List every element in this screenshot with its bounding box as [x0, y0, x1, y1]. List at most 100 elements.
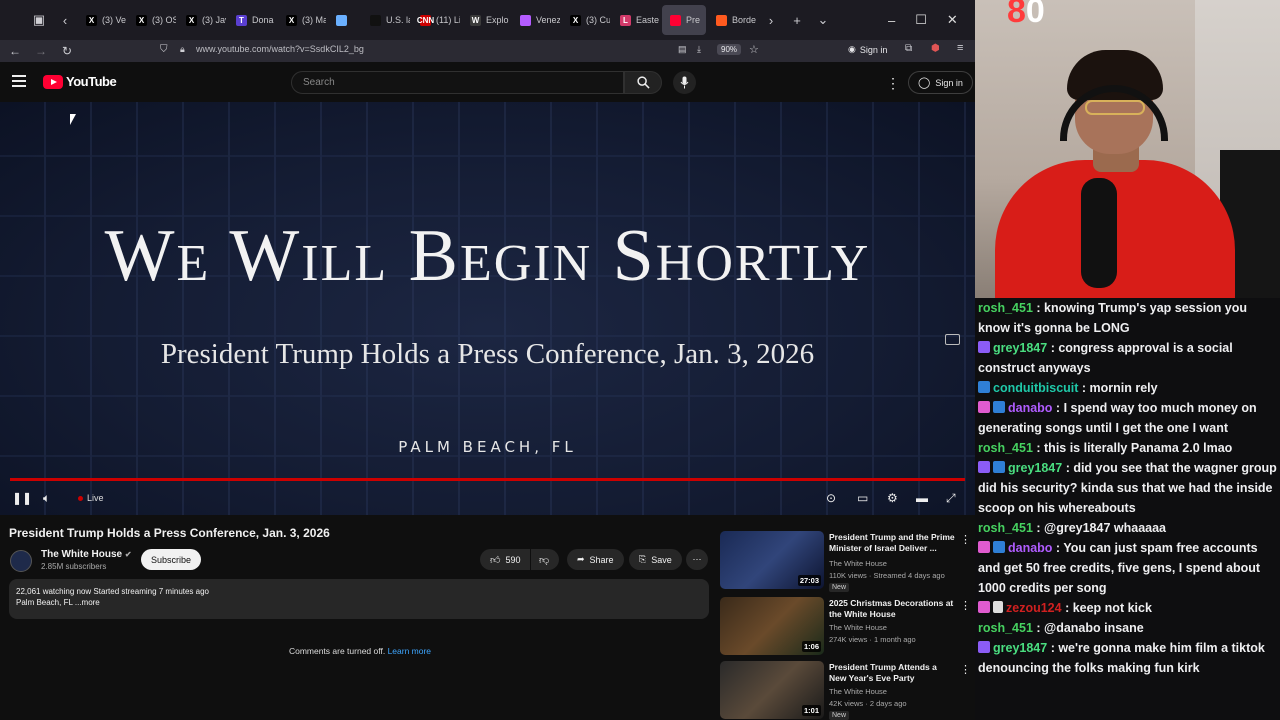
tab-overview-icon[interactable]: ▣ [26, 7, 52, 33]
youtube-sign-in-button[interactable]: ◯ Sign in [908, 71, 973, 94]
subscribe-button[interactable]: Subscribe [141, 549, 202, 570]
fullscreen-icon[interactable]: ⤢ [946, 491, 956, 506]
chat-username[interactable]: zezou124 [1006, 601, 1062, 615]
extensions-icon[interactable]: ⧉ [905, 43, 912, 54]
more-link[interactable]: ...more [75, 598, 100, 607]
autoplay-toggle[interactable]: ⊙ [826, 491, 836, 505]
browser-tab[interactable]: X (3) OS [128, 5, 176, 35]
new-tab-icon[interactable]: + [784, 7, 810, 33]
thumbs-down-icon: 👎︎ [539, 554, 550, 566]
tab-favicon-icon: X [286, 14, 297, 26]
browser-tab[interactable]: X (3) Cu [562, 5, 610, 35]
chat-username[interactable]: rosh_451 [978, 621, 1033, 635]
learn-more-link[interactable]: Learn more [388, 646, 431, 656]
maximize-icon[interactable]: ☐ [915, 12, 927, 28]
bookmark-star-icon[interactable]: ☆ [749, 43, 759, 56]
picture-in-picture-icon[interactable] [945, 334, 960, 345]
voice-search-button[interactable] [673, 71, 696, 94]
captions-icon[interactable]: ▭ [857, 491, 868, 505]
recommended-channel[interactable]: The White House [829, 623, 887, 632]
search-button[interactable] [624, 71, 662, 94]
browser-tab[interactable]: X (3) Jav [178, 5, 226, 35]
browser-tab[interactable]: Venez [512, 5, 560, 35]
more-actions-button[interactable]: ⋯ [686, 549, 708, 570]
progress-bar[interactable] [10, 478, 965, 481]
lock-icon[interactable]: 🔒︎ [180, 44, 185, 55]
menu-icon[interactable]: ≡ [957, 42, 963, 54]
browser-tab[interactable]: X (3) Ma [278, 5, 326, 35]
browser-account-button[interactable]: ◉ Sign in [848, 44, 887, 55]
chat-username[interactable]: rosh_451 [978, 301, 1033, 315]
live-indicator[interactable]: Live [78, 493, 104, 503]
browser-tab[interactable]: Pre [662, 5, 706, 35]
reader-icon[interactable]: ▤ [678, 44, 687, 55]
browser-tab[interactable]: X (3) Ve [78, 5, 126, 35]
recommended-video[interactable]: 27:03 President Trump and the Prime Minis… [720, 531, 975, 592]
browser-tab[interactable]: CNN (11) Li [412, 5, 460, 35]
recommended-title[interactable]: 2025 Christmas Decorations at the White … [829, 598, 956, 620]
recommended-title[interactable]: President Trump and the Prime Minister o… [829, 532, 956, 554]
browser-tab[interactable]: U.S. la [362, 5, 410, 35]
tabs-scroll-right-icon[interactable]: › [758, 7, 784, 33]
recommended-video[interactable]: 1:06 2025 Christmas Decorations at the Wh… [720, 597, 975, 657]
settings-more-icon[interactable]: ⋮ [886, 75, 900, 92]
pause-icon[interactable]: ❚❚ [12, 491, 32, 505]
chat-username[interactable]: danabo [1008, 401, 1052, 415]
chat-username[interactable]: rosh_451 [978, 441, 1033, 455]
browser-tab-bar: ▣ ‹ X (3) Ve X (3) OS X (3) Jav T Dona X (3) Ma U.… [0, 0, 975, 40]
addon-icon[interactable]: ⬢ [931, 43, 940, 54]
recommended-channel[interactable]: The White House [829, 687, 887, 696]
browser-tab[interactable]: W Explo [462, 5, 510, 35]
shield-icon[interactable]: ⛉ [160, 44, 168, 55]
browser-tab[interactable]: T Dona [228, 5, 276, 35]
recommended-thumbnail[interactable]: 27:03 [720, 531, 824, 589]
save-button[interactable]: ⎘ Save [629, 549, 682, 570]
share-button[interactable]: ➦ Share [567, 549, 624, 570]
recommended-more-icon[interactable]: ⋮ [960, 533, 971, 546]
tab-favicon-icon: W [470, 14, 481, 26]
recommended-thumbnail[interactable]: 1:01 [720, 661, 824, 719]
recommended-video[interactable]: 1:01 President Trump Attends a New Year's… [720, 661, 975, 720]
search-input[interactable]: Search [291, 71, 624, 94]
chat-username[interactable]: conduitbiscuit [993, 381, 1078, 395]
chat-username[interactable]: grey1847 [1008, 461, 1062, 475]
dislike-button[interactable]: 👎︎ [531, 549, 559, 570]
theater-mode-icon[interactable]: ▬ [916, 491, 928, 505]
tabs-scroll-left-icon[interactable]: ‹ [52, 7, 78, 33]
chat-username[interactable]: danabo [1008, 541, 1052, 555]
recommended-title[interactable]: President Trump Attends a New Year's Eve… [829, 662, 956, 684]
chat-username[interactable]: grey1847 [993, 641, 1047, 655]
zoom-level[interactable]: 90% [717, 44, 742, 55]
channel-name[interactable]: The White House ✔ [41, 549, 132, 560]
download-icon[interactable]: ⤓ [697, 44, 701, 55]
chat-username[interactable]: grey1847 [993, 341, 1047, 355]
volume-icon[interactable]: 🔈︎ [43, 491, 50, 506]
reload-icon[interactable]: ↻ [54, 40, 80, 62]
hamburger-menu-icon[interactable] [12, 75, 26, 90]
like-button[interactable]: 👍︎ 590 [480, 549, 530, 570]
youtube-logo[interactable]: YouTube [43, 74, 117, 89]
chat-username[interactable]: rosh_451 [978, 521, 1033, 535]
back-icon[interactable]: ← [2, 40, 28, 62]
description-box[interactable]: 22,061 watching now Started streaming 7 … [9, 579, 709, 619]
account-icon: ◉ [848, 44, 856, 54]
close-window-icon[interactable]: ✕ [947, 12, 958, 28]
browser-tab[interactable]: Borde [708, 5, 756, 35]
chat-badge-icon [978, 341, 990, 353]
browser-tab[interactable] [328, 5, 360, 35]
minimize-icon[interactable]: – [888, 13, 895, 28]
tab-list-chevron-icon[interactable]: ⌄ [810, 7, 836, 33]
chat-badge-icon [978, 641, 990, 653]
browser-tab[interactable]: L Easte [612, 5, 660, 35]
recommended-thumbnail[interactable]: 1:06 [720, 597, 824, 655]
channel-avatar[interactable] [10, 550, 32, 572]
microphone-icon [680, 76, 689, 89]
video-player[interactable]: We Will Begin Shortly President Trump Ho… [0, 102, 975, 515]
chat-separator: : [1062, 461, 1074, 475]
recommended-more-icon[interactable]: ⋮ [960, 599, 971, 612]
recommended-channel[interactable]: The White House [829, 559, 887, 568]
settings-gear-icon[interactable]: ⚙ [887, 491, 898, 505]
forward-icon[interactable]: → [28, 40, 54, 62]
recommended-more-icon[interactable]: ⋮ [960, 663, 971, 676]
url-bar[interactable]: www.youtube.com/watch?v=SsdkCIL2_bg [196, 44, 364, 54]
